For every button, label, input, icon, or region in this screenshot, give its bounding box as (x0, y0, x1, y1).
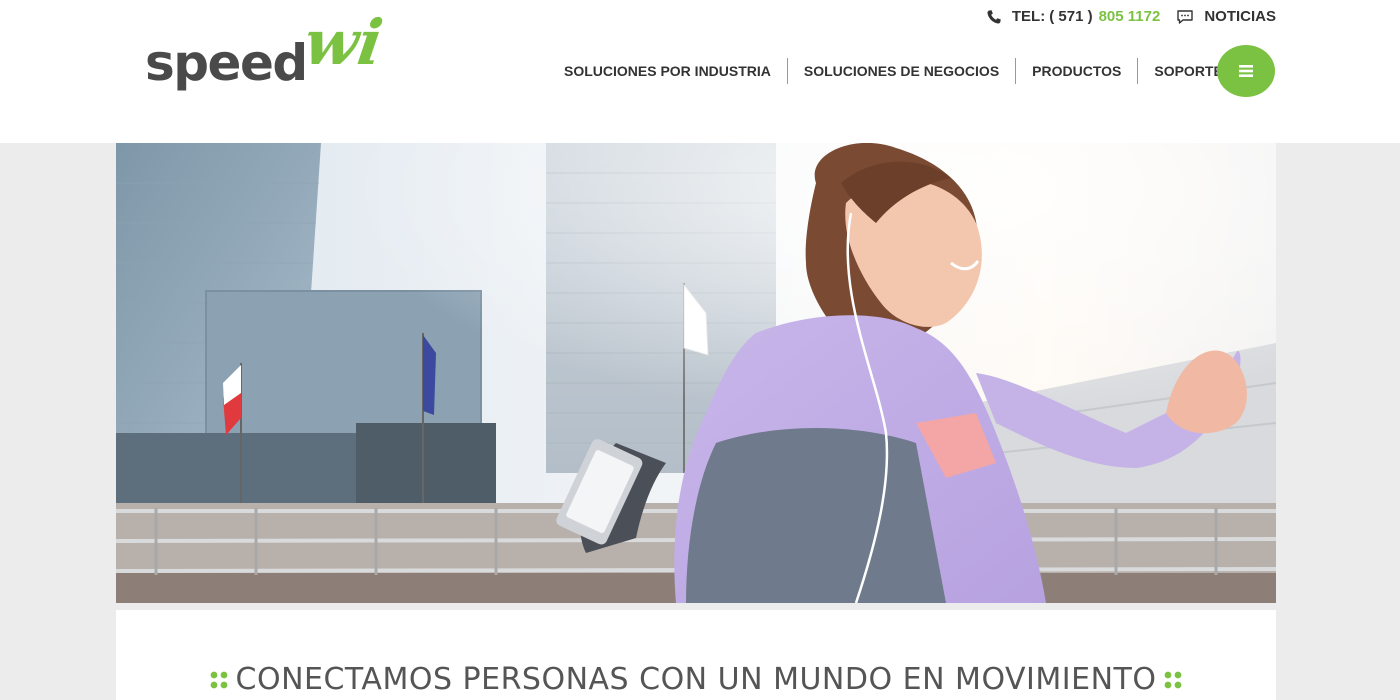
main-navigation: SOLUCIONES POR INDUSTRIA SOLUCIONES DE N… (548, 58, 1239, 84)
four-dots-icon-left (208, 669, 230, 691)
logo-text-wi: wi (299, 6, 387, 79)
speedwi-logo[interactable]: speed wi (145, 6, 387, 92)
hero-tagline: CONECTAMOS PERSONAS CON UN MUNDO EN MOVI… (116, 662, 1276, 697)
tel-label: TEL: (1011, 8, 1046, 25)
top-contact-bar: TEL: ( 571 ) 805 1172 NOTICIAS (986, 8, 1276, 25)
site-header: speed wi TEL: ( 571 ) 805 1172 NOTICIAS … (0, 0, 1400, 143)
tagline-text: CONECTAMOS PERSONAS CON UN MUNDO EN MOVI… (235, 662, 1157, 697)
hamburger-menu-icon (1239, 65, 1253, 77)
nav-item-productos[interactable]: PRODUCTOS (1015, 58, 1137, 84)
four-dots-icon-right (1162, 669, 1184, 691)
hero-banner-image (116, 143, 1276, 603)
logo-text-speed: speed (145, 34, 308, 92)
chat-bubble-icon (1176, 9, 1194, 25)
news-link[interactable]: NOTICIAS (1204, 8, 1276, 25)
hamburger-menu-button[interactable] (1217, 45, 1275, 97)
phone-icon (986, 9, 1002, 25)
hero-photo-runner (116, 143, 1276, 603)
nav-item-soluciones-industria[interactable]: SOLUCIONES POR INDUSTRIA (548, 58, 787, 84)
nav-item-soluciones-negocios[interactable]: SOLUCIONES DE NEGOCIOS (786, 58, 1015, 84)
tel-number[interactable]: 805 1172 (1099, 8, 1161, 25)
intro-panel: CONECTAMOS PERSONAS CON UN MUNDO EN MOVI… (116, 610, 1276, 700)
tel-area-code: ( 571 ) (1049, 8, 1093, 25)
